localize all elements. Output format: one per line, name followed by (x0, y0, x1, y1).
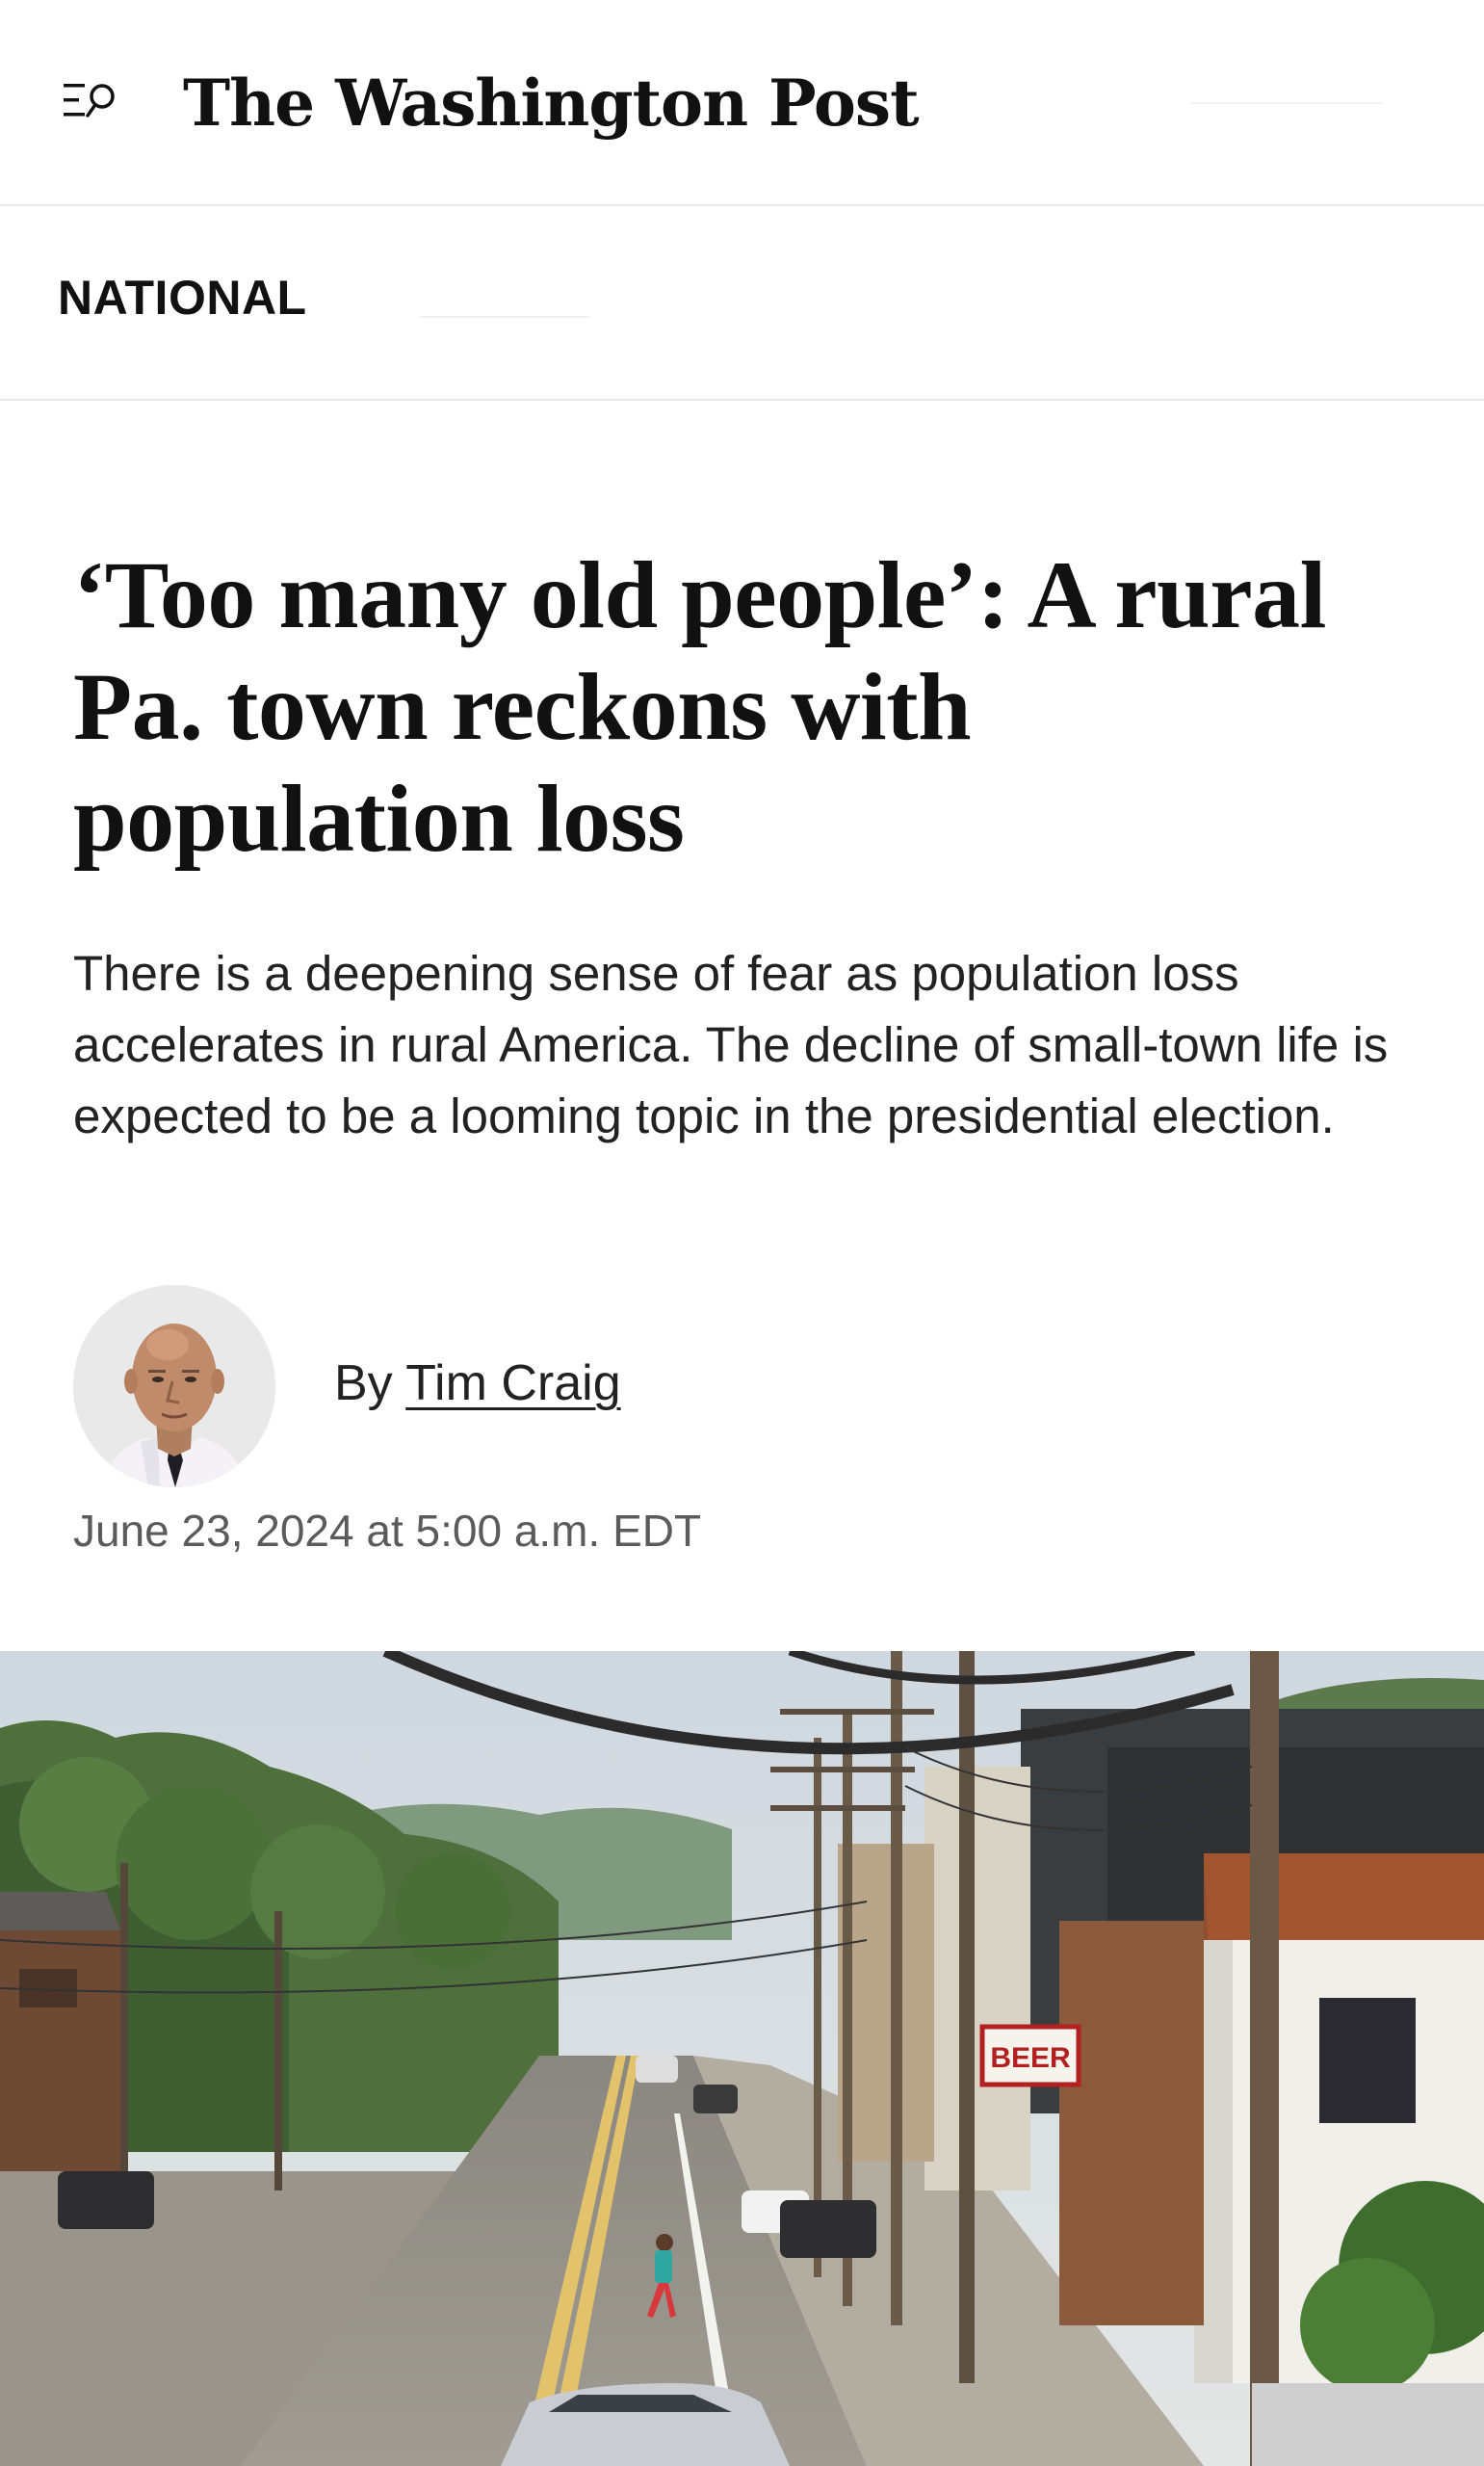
lead-photo[interactable]: BEER (0, 1651, 1484, 2466)
menu-search-button[interactable] (60, 75, 127, 125)
author-avatar[interactable] (73, 1285, 275, 1487)
publish-timestamp: June 23, 2024 at 5:00 a.m. EDT (73, 1506, 702, 1556)
section-label[interactable]: NATIONAL (58, 270, 307, 326)
article-headline: ‘Too many old people’: A rural Pa. town … (73, 541, 1326, 872)
byline-prefix: By (334, 1355, 406, 1411)
author-link[interactable]: Tim Craig (405, 1355, 620, 1411)
masthead: The Washington Post (0, 0, 1484, 206)
section-placeholder-line (420, 316, 589, 318)
menu-search-icon (60, 76, 119, 124)
site-logo[interactable]: The Washington Post (183, 50, 920, 156)
beer-sign: BEER (990, 2042, 1071, 2074)
header-placeholder-line (1190, 102, 1383, 104)
article-dek: There is a deepening sense of fear as po… (73, 946, 1389, 1143)
byline: By Tim Craig (334, 1354, 621, 1412)
